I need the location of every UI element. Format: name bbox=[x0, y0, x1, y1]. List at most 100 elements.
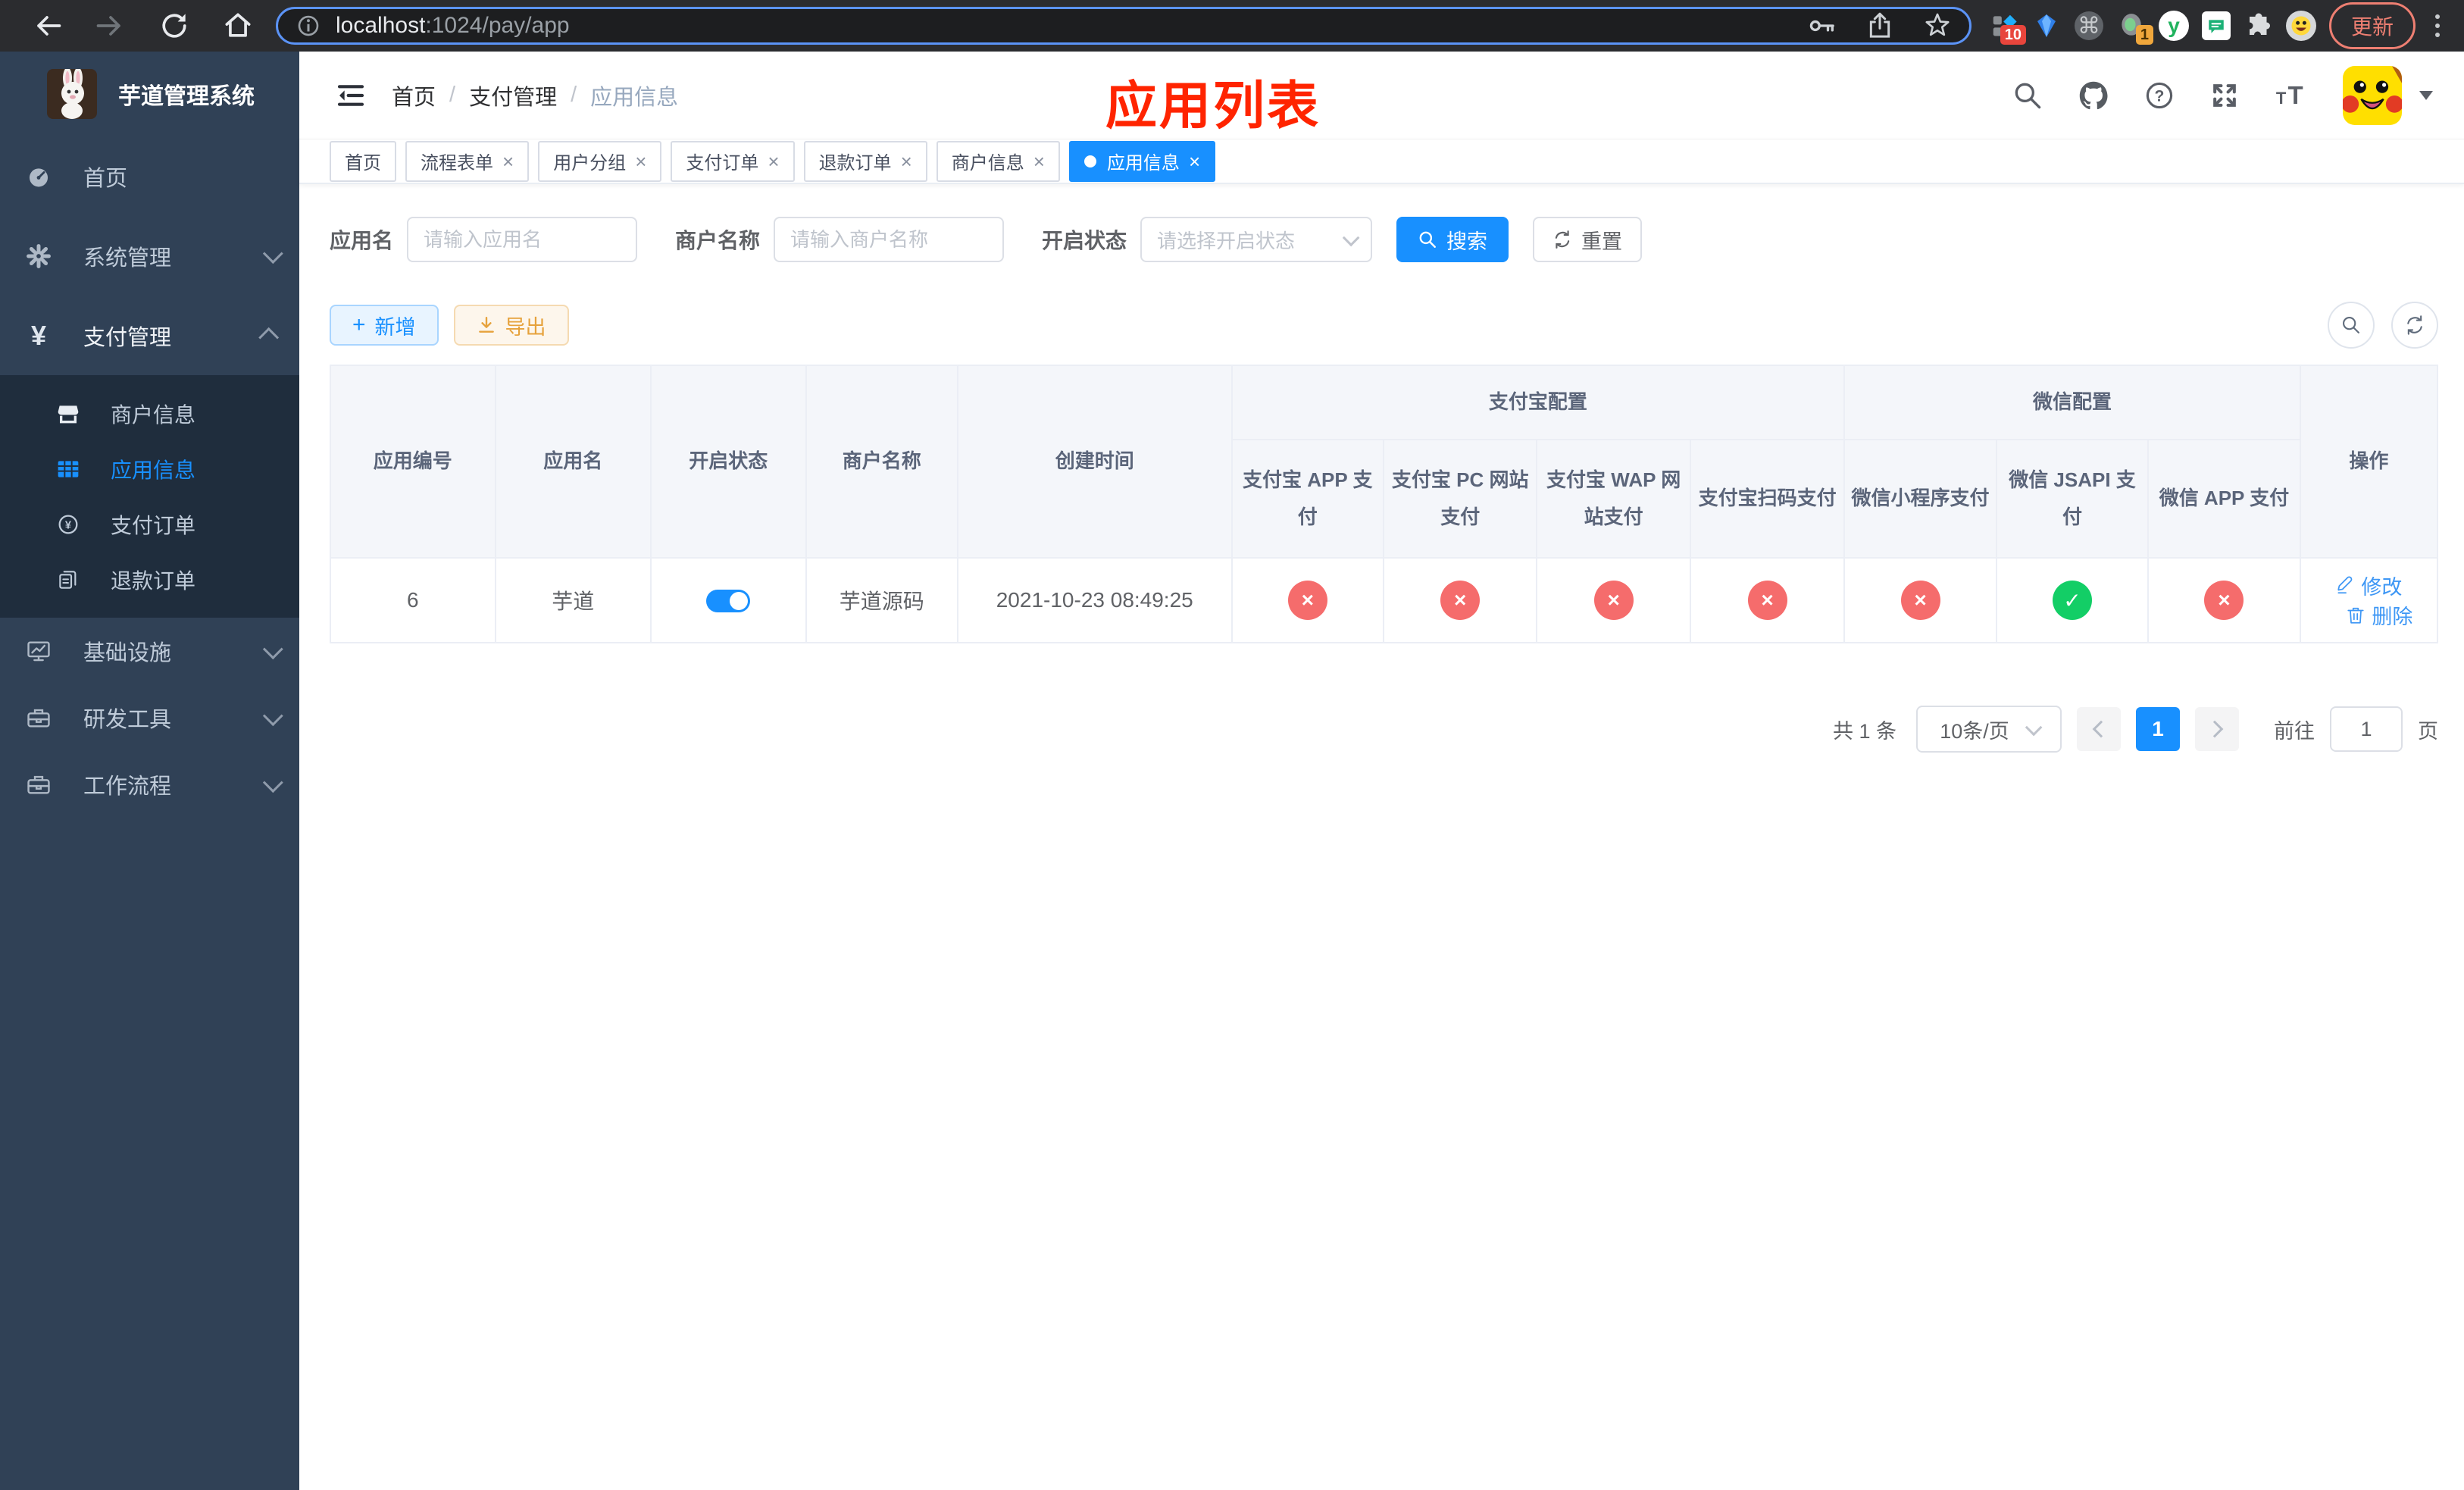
breadcrumb-payment[interactable]: 支付管理 bbox=[469, 80, 557, 111]
col-wechat-jsapi: 微信 JSAPI 支付 bbox=[1995, 439, 2150, 559]
sidebar-collapse-icon[interactable] bbox=[336, 80, 366, 111]
alipay-qr-status-icon: × bbox=[1747, 581, 1787, 620]
browser-toolbar: localhost:1024/pay/app 10 ⌘ 1 y 更新 bbox=[0, 0, 2464, 52]
url-text[interactable]: localhost:1024/pay/app bbox=[336, 13, 570, 39]
forward-icon[interactable] bbox=[94, 9, 127, 42]
chevron-down-icon bbox=[262, 638, 283, 659]
sidebar-item-pay-orders[interactable]: ¥ 支付订单 bbox=[0, 496, 299, 552]
browser-menu-icon[interactable] bbox=[2428, 14, 2447, 37]
status-toggle[interactable] bbox=[706, 590, 751, 613]
bookmark-star-icon[interactable] bbox=[1922, 11, 1953, 41]
close-icon[interactable]: × bbox=[1189, 152, 1200, 171]
sidebar-item-merchant-info[interactable]: 商户信息 bbox=[0, 386, 299, 441]
total-count: 共 1 条 bbox=[1832, 719, 1896, 743]
gem-extension-icon[interactable] bbox=[2031, 10, 2062, 42]
tab-home[interactable]: 首页 bbox=[330, 140, 396, 182]
sidebar-item-app-info[interactable]: 应用信息 bbox=[0, 441, 299, 496]
screen: localhost:1024/pay/app 10 ⌘ 1 y 更新 芋道管理系… bbox=[0, 0, 2464, 1490]
col-alipay-qr: 支付宝扫码支付 bbox=[1689, 439, 1846, 559]
sidebar-item-infra[interactable]: 基础设施 bbox=[0, 618, 299, 684]
font-size-icon[interactable]: TT bbox=[2273, 79, 2311, 112]
toggle-search-button[interactable] bbox=[2328, 302, 2375, 349]
tab-app-info[interactable]: 应用信息 × bbox=[1068, 140, 1216, 182]
refund-docs-icon bbox=[59, 570, 77, 589]
sidebar-item-refund-orders[interactable]: 退款订单 bbox=[0, 552, 299, 607]
page-size-select[interactable]: 10条/页 bbox=[1916, 706, 2062, 753]
page-number-button[interactable]: 1 bbox=[2136, 707, 2180, 751]
edit-link[interactable]: 修改 bbox=[2335, 571, 2402, 600]
extensions-puzzle-icon[interactable] bbox=[2243, 10, 2275, 42]
col-group-wechat: 微信配置 bbox=[1843, 365, 2301, 440]
share-icon[interactable] bbox=[1865, 11, 1895, 41]
delete-link[interactable]: 删除 bbox=[2346, 600, 2412, 630]
pikachu-avatar-icon bbox=[2343, 65, 2402, 125]
page-content: 应用名 商户名称 开启状态 请选择开启状态 搜索 重置 bbox=[299, 184, 2464, 753]
breadcrumb-home[interactable]: 首页 bbox=[392, 80, 436, 111]
main-area: 首页 / 支付管理 / 应用信息 ? T T 首页 流程表单 × 用户分组 × … bbox=[299, 52, 2464, 1490]
tab-user-group[interactable]: 用户分组 × bbox=[538, 140, 662, 182]
url-bar[interactable]: localhost:1024/pay/app bbox=[276, 7, 1972, 45]
chat-extension-icon[interactable] bbox=[2200, 10, 2232, 42]
sidebar-logo[interactable]: 芋道管理系统 bbox=[0, 52, 299, 136]
close-icon[interactable]: × bbox=[901, 152, 912, 171]
chevron-left-icon bbox=[2092, 720, 2110, 738]
reset-button[interactable]: 重置 bbox=[1533, 217, 1643, 262]
github-icon[interactable] bbox=[2076, 78, 2111, 113]
next-page-button[interactable] bbox=[2195, 707, 2239, 751]
add-button[interactable]: + 新增 bbox=[330, 305, 439, 346]
breadcrumb-app-info: 应用信息 bbox=[590, 85, 679, 110]
app-name-input[interactable] bbox=[407, 217, 638, 262]
browser-update-button[interactable]: 更新 bbox=[2328, 2, 2416, 49]
col-app-id: 应用编号 bbox=[330, 365, 496, 559]
home-icon[interactable] bbox=[221, 9, 255, 42]
refresh-icon bbox=[1555, 230, 1570, 249]
chevron-down-icon bbox=[262, 243, 283, 265]
tab-process-form[interactable]: 流程表单 × bbox=[405, 140, 530, 182]
tasks-extension-icon[interactable]: 10 bbox=[1988, 10, 2026, 45]
sidebar-item-devtools[interactable]: 研发工具 bbox=[0, 684, 299, 751]
close-icon[interactable]: × bbox=[502, 152, 514, 171]
goto-page-input[interactable] bbox=[2330, 706, 2403, 752]
close-icon[interactable]: × bbox=[635, 152, 646, 171]
extension-badge: 10 bbox=[2000, 25, 2026, 45]
back-icon[interactable] bbox=[30, 9, 64, 42]
command-extension-icon[interactable]: ⌘ bbox=[2073, 10, 2105, 42]
col-created: 创建时间 bbox=[956, 365, 1233, 559]
export-button[interactable]: 导出 bbox=[453, 305, 569, 346]
close-icon[interactable]: × bbox=[1033, 152, 1045, 171]
sidebar-item-home[interactable]: 首页 bbox=[0, 136, 299, 216]
svg-text:T: T bbox=[2288, 81, 2303, 109]
fullscreen-icon[interactable] bbox=[2208, 79, 2241, 112]
wechat-mini-status-icon: × bbox=[1900, 581, 1940, 620]
tab-merchant-info[interactable]: 商户信息 × bbox=[936, 140, 1060, 182]
page-annotation: 应用列表 bbox=[1105, 77, 1321, 135]
status-select[interactable]: 请选择开启状态 bbox=[1140, 217, 1373, 262]
chevron-down-icon bbox=[2025, 718, 2043, 737]
recorder-extension-icon[interactable]: 1 bbox=[2115, 10, 2153, 45]
alipay-pc-status-icon: × bbox=[1440, 581, 1481, 620]
header-search-icon[interactable] bbox=[2011, 79, 2044, 112]
caret-down-icon bbox=[2419, 90, 2433, 100]
sidebar-item-system[interactable]: 系统管理 bbox=[0, 216, 299, 296]
search-button[interactable]: 搜索 bbox=[1396, 217, 1509, 262]
refresh-table-button[interactable] bbox=[2391, 302, 2438, 349]
close-icon[interactable]: × bbox=[768, 152, 779, 171]
sidebar-item-workflow[interactable]: 工作流程 bbox=[0, 751, 299, 818]
password-key-icon[interactable] bbox=[1807, 11, 1837, 41]
help-icon[interactable]: ? bbox=[2143, 79, 2176, 112]
prev-page-button[interactable] bbox=[2077, 707, 2121, 751]
monitor-chart-icon bbox=[27, 641, 50, 662]
user-avatar[interactable] bbox=[2343, 65, 2434, 125]
sidebar-item-payment[interactable]: ¥ 支付管理 bbox=[0, 296, 299, 375]
tab-refund-orders[interactable]: 退款订单 × bbox=[803, 140, 927, 182]
filter-form: 应用名 商户名称 开启状态 请选择开启状态 搜索 重置 bbox=[330, 216, 2438, 263]
site-info-icon[interactable] bbox=[295, 12, 322, 39]
app-name-label: 应用名 bbox=[330, 229, 394, 252]
yuque-extension-icon[interactable]: y bbox=[2158, 10, 2190, 42]
merchant-name-input[interactable] bbox=[774, 217, 1005, 262]
cell-app-id: 6 bbox=[330, 557, 496, 643]
col-alipay-pc: 支付宝 PC 网站支付 bbox=[1382, 439, 1538, 559]
tab-pay-orders[interactable]: 支付订单 × bbox=[671, 140, 795, 182]
reload-icon[interactable] bbox=[158, 9, 191, 42]
profile-avatar-icon[interactable] bbox=[2285, 10, 2317, 42]
